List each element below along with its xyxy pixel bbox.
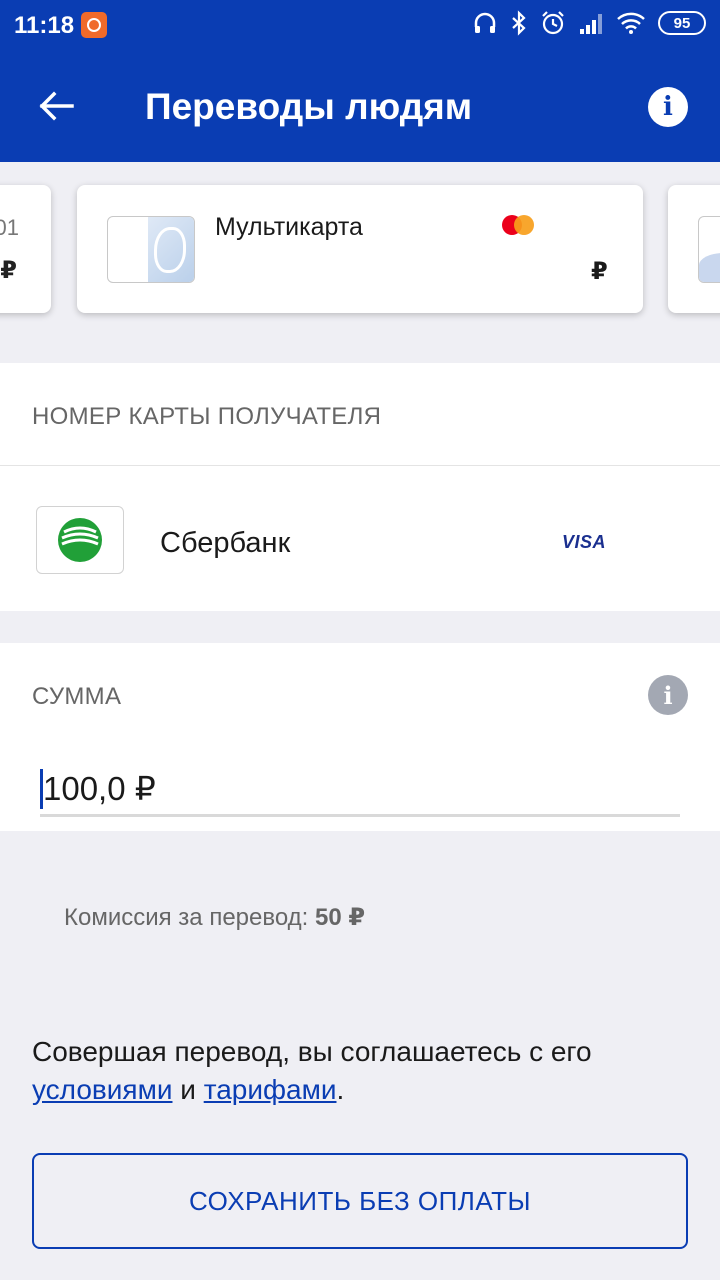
terms-conjunction: и [172,1074,204,1105]
amount-info-button[interactable]: i [648,675,688,715]
mastercard-icon [502,215,536,235]
conditions-link[interactable]: условиями [32,1074,172,1105]
alarm-icon [542,11,564,35]
source-card-carousel[interactable]: 01 ₽ Мультикарта ₽ [0,162,720,362]
amount-label: СУММА [32,683,122,710]
previous-card[interactable]: 01 ₽ [0,185,51,313]
app-notification-icon [81,12,107,38]
next-card[interactable] [668,185,720,313]
bank-name: Сбербанк [160,527,291,559]
recipient-section: НОМЕР КАРТЫ ПОЛУЧАТЕЛЯ Сбербанк VISA [0,363,720,611]
battery-level: 95 [673,14,691,32]
arrow-left-icon [39,91,74,121]
signal-icon [580,14,602,34]
status-icons: 95 [472,10,706,36]
tariffs-link[interactable]: тарифами [204,1074,337,1105]
save-without-payment-button[interactable]: СОХРАНИТЬ БЕЗ ОПЛАТЫ [32,1153,688,1249]
back-button[interactable] [30,80,82,132]
status-time: 11:18 [14,12,75,39]
card-name: Мультикарта [215,213,363,241]
amount-input[interactable]: 100,0 ₽ [40,765,680,817]
info-button[interactable]: i [648,87,688,127]
headphones-icon [474,12,496,33]
info-icon: i [663,680,673,710]
status-bar: 11:18 95 [0,0,720,50]
card-currency: ₽ [591,258,608,285]
amount-section: СУММА i 100,0 ₽ [0,643,720,831]
next-card-thumbnail [698,216,720,283]
previous-card-number-fragment: 01 [0,215,19,240]
info-icon: i [663,92,673,122]
visa-icon: VISA [562,532,607,552]
amount-value: 100,0 ₽ [43,770,156,807]
commission-value: 50 ₽ [315,904,366,931]
previous-card-currency: ₽ [0,257,17,284]
sberbank-logo-icon [36,506,124,574]
wifi-icon [617,12,645,34]
recipient-label: НОМЕР КАРТЫ ПОЛУЧАТЕЛЯ [32,403,382,430]
battery-icon: 95 [658,11,706,35]
commission-label: Комиссия за перевод: [64,904,309,931]
commission-text: Комиссия за перевод: 50 ₽ [64,903,365,932]
recipient-card-row[interactable]: Сбербанк VISA [0,466,720,611]
app-bar: Переводы людям i [0,50,720,162]
terms-suffix: . [336,1074,345,1105]
page-title: Переводы людям [145,86,473,127]
selected-card[interactable]: Мультикарта ₽ [77,185,643,313]
bluetooth-icon [512,10,526,36]
terms-prefix: Совершая перевод, вы соглашаетесь с его [32,1036,592,1067]
card-thumbnail [107,216,195,283]
terms-text: Совершая перевод, вы соглашаетесь с его … [32,1033,692,1109]
